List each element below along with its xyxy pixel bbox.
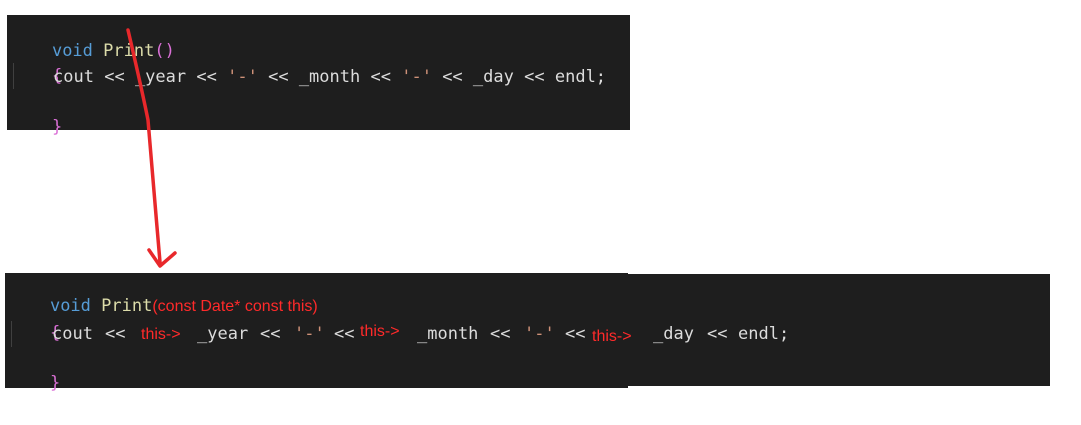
red-arrow-icon bbox=[126, 28, 177, 268]
